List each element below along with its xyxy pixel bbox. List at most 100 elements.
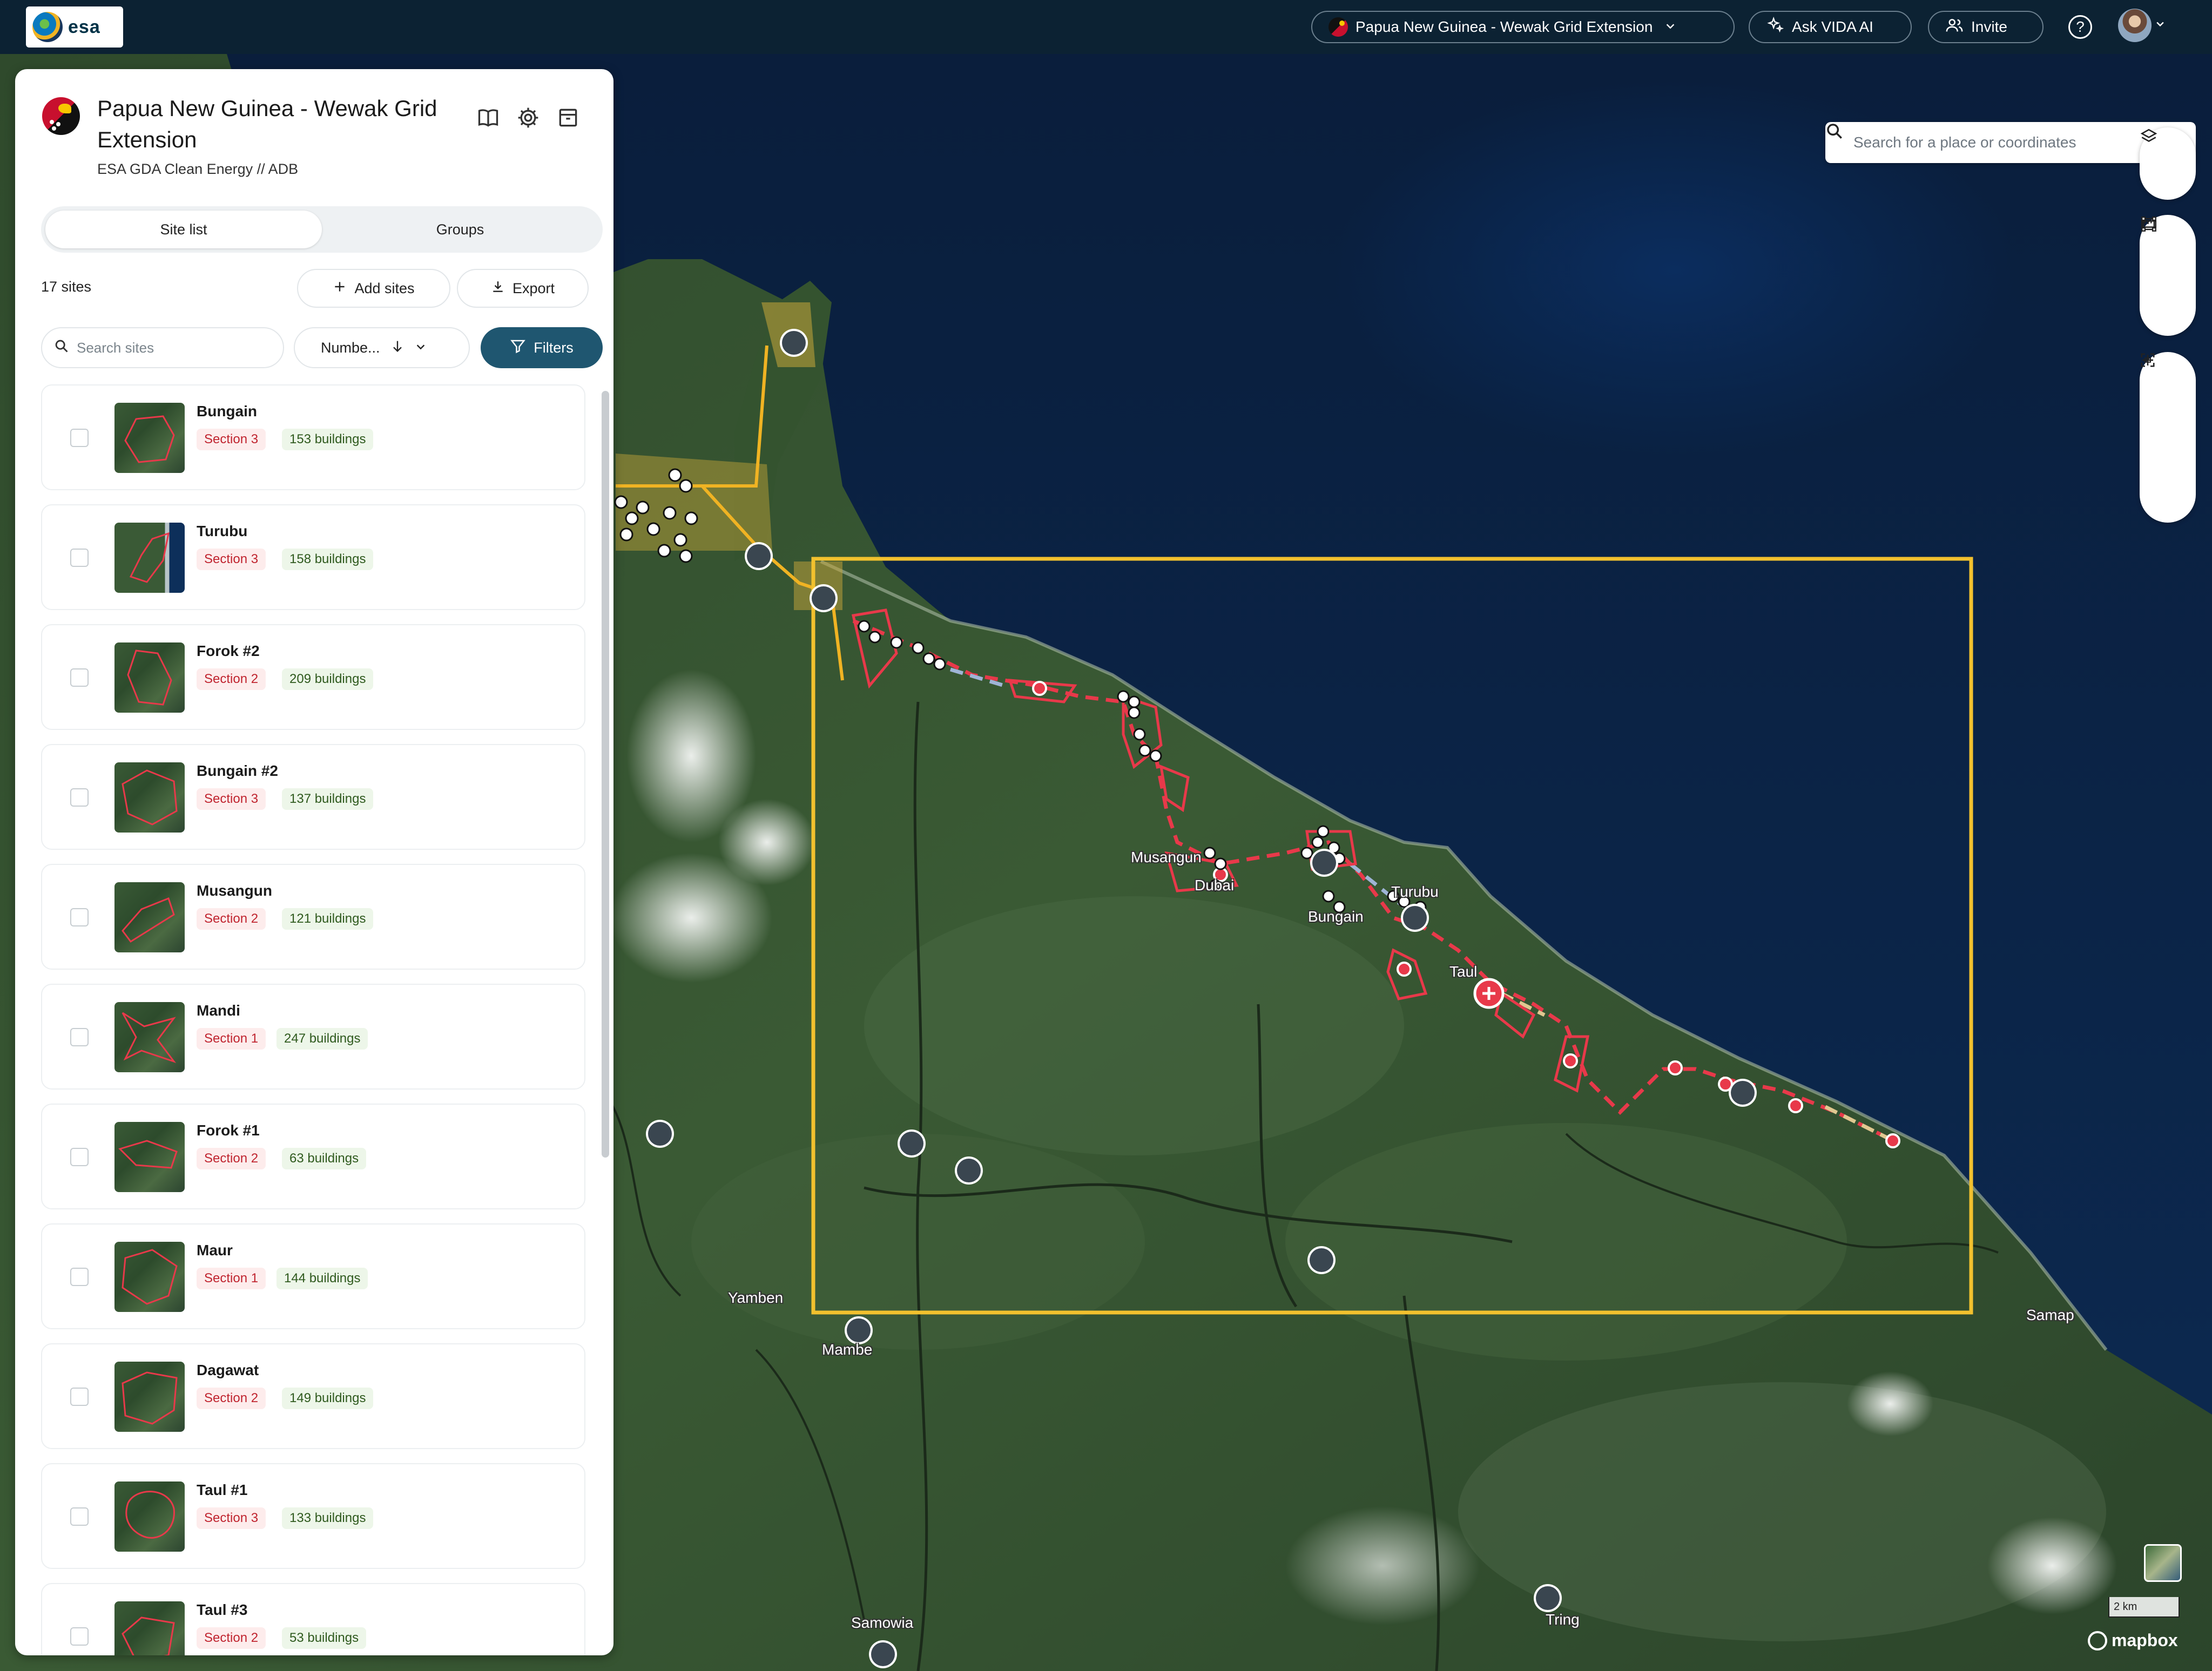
panel-scrollbar[interactable] (602, 391, 609, 1158)
sparkle-icon (1766, 16, 1784, 38)
minus-icon[interactable] (2142, 359, 2189, 459)
avatar[interactable] (2118, 9, 2152, 42)
esa-logo-text: esa (68, 16, 100, 37)
chevron-down-icon (1664, 18, 1676, 36)
site-checkbox[interactable] (70, 1028, 89, 1046)
site-thumbnail (114, 762, 185, 833)
draw-tools-control (2140, 215, 2196, 336)
section-badge: Section 2 (197, 1388, 266, 1409)
basemap-toggle-thumbnail[interactable] (2144, 1544, 2182, 1582)
export-label: Export (512, 280, 555, 296)
top-bar: esa Papua New Guinea - Wewak Grid Extens… (0, 0, 2212, 54)
gear-icon[interactable] (513, 103, 543, 133)
ruler-icon[interactable] (2141, 220, 2189, 327)
buildings-badge: 209 buildings (282, 668, 374, 690)
add-sites-button[interactable]: Add sites (297, 269, 450, 308)
place-label-mambe: Mambe (822, 1341, 873, 1358)
site-thumbnail (114, 523, 185, 593)
list-item[interactable]: Musangun Section 2 121 buildings (41, 864, 585, 970)
buildings-badge: 133 buildings (282, 1507, 374, 1529)
ask-ai-label: Ask VIDA AI (1792, 18, 1873, 35)
site-checkbox[interactable] (70, 668, 89, 687)
site-checkbox[interactable] (70, 549, 89, 567)
plus-icon (333, 280, 347, 297)
site-thumbnail (114, 1122, 185, 1192)
add-sites-label: Add sites (354, 280, 415, 296)
sort-label: Numbe... (321, 339, 380, 356)
section-badge: Section 2 (197, 1627, 266, 1649)
site-name: Turubu (197, 523, 248, 539)
site-thumbnail (114, 1002, 185, 1072)
help-icon[interactable]: ? (2068, 15, 2092, 39)
export-button[interactable]: Export (457, 269, 589, 308)
invite-button[interactable]: Invite (1928, 11, 2044, 43)
buildings-badge: 63 buildings (282, 1148, 367, 1169)
list-item[interactable]: Taul #1 Section 3 133 buildings (41, 1463, 585, 1569)
esa-gda-logo[interactable]: esa (26, 6, 123, 48)
site-thumbnail (114, 642, 185, 713)
project-selector[interactable]: Papua New Guinea - Wewak Grid Extension (1311, 11, 1735, 43)
list-item[interactable]: Mandi Section 1 247 buildings (41, 984, 585, 1090)
panel-tabs: Site list Groups (41, 206, 603, 253)
tab-site-list[interactable]: Site list (45, 211, 322, 248)
map-search-placeholder: Search for a place or coordinates (1853, 134, 2076, 151)
zoom-control (2140, 352, 2196, 523)
mapbox-logo: mapbox (2088, 1631, 2178, 1650)
project-selector-label: Papua New Guinea - Wewak Grid Extension (1355, 18, 1653, 35)
site-name: Bungain #2 (197, 762, 278, 779)
site-name: Bungain (197, 403, 257, 420)
site-checkbox[interactable] (70, 1268, 89, 1286)
site-checkbox[interactable] (70, 788, 89, 807)
list-item[interactable]: Bungain #2 Section 3 137 buildings (41, 744, 585, 850)
list-item[interactable]: Maur Section 1 144 buildings (41, 1223, 585, 1329)
section-badge: Section 3 (197, 1507, 266, 1529)
list-item[interactable]: Forok #1 Section 2 63 buildings (41, 1104, 585, 1209)
site-checkbox[interactable] (70, 1507, 89, 1526)
project-subtitle: ESA GDA Clean Energy // ADB (97, 161, 299, 177)
layers-control[interactable] (2140, 127, 2196, 200)
site-name: Maur (197, 1242, 233, 1259)
site-checkbox[interactable] (70, 1388, 89, 1406)
tab-groups[interactable]: Groups (322, 211, 598, 248)
site-checkbox[interactable] (70, 429, 89, 447)
chevron-down-icon (415, 340, 427, 356)
buildings-badge: 53 buildings (282, 1627, 367, 1649)
buildings-badge: 144 buildings (276, 1268, 368, 1289)
list-item[interactable]: Taul #3 Section 2 53 buildings (41, 1583, 585, 1655)
list-item[interactable]: Bungain Section 3 153 buildings (41, 384, 585, 490)
site-name: Mandi (197, 1002, 240, 1019)
site-checkbox[interactable] (70, 1148, 89, 1166)
mapbox-icon (2088, 1631, 2107, 1650)
download-icon (491, 280, 505, 297)
site-count: 17 sites (41, 279, 92, 295)
list-item[interactable]: Dagawat Section 2 149 buildings (41, 1343, 585, 1449)
site-thumbnail (114, 882, 185, 952)
buildings-badge: 149 buildings (282, 1388, 374, 1409)
site-thumbnail (114, 1242, 185, 1312)
chevron-down-icon[interactable] (2155, 16, 2166, 33)
ask-ai-button[interactable]: Ask VIDA AI (1749, 11, 1912, 43)
place-label-yamben: Yamben (728, 1289, 784, 1306)
archive-icon[interactable] (553, 103, 583, 133)
buildings-badge: 121 buildings (282, 908, 374, 930)
list-item[interactable]: Forok #2 Section 2 209 buildings (41, 624, 585, 730)
search-sites-input[interactable]: Search sites (41, 327, 284, 368)
buildings-badge: 137 buildings (282, 788, 374, 810)
site-checkbox[interactable] (70, 1627, 89, 1646)
site-thumbnail (114, 1362, 185, 1432)
site-thumbnail (114, 403, 185, 473)
fit-bounds-icon[interactable] (2141, 353, 2189, 516)
place-label-tring: Tring (1546, 1611, 1580, 1628)
map-scale: 2 km (2108, 1597, 2180, 1618)
list-item[interactable]: Turubu Section 3 158 buildings (41, 504, 585, 610)
layers-icon[interactable] (2140, 128, 2189, 185)
site-panel: Papua New Guinea - Wewak Grid Extension … (15, 69, 613, 1655)
book-icon[interactable] (473, 103, 503, 133)
filters-button[interactable]: Filters (481, 327, 603, 368)
place-label-bungain: Bungain (1308, 908, 1364, 925)
arrow-down-icon[interactable] (390, 339, 405, 357)
sort-select[interactable]: Numbe... (294, 327, 470, 368)
site-checkbox[interactable] (70, 908, 89, 926)
section-badge: Section 1 (197, 1268, 266, 1289)
section-badge: Section 2 (197, 908, 266, 930)
